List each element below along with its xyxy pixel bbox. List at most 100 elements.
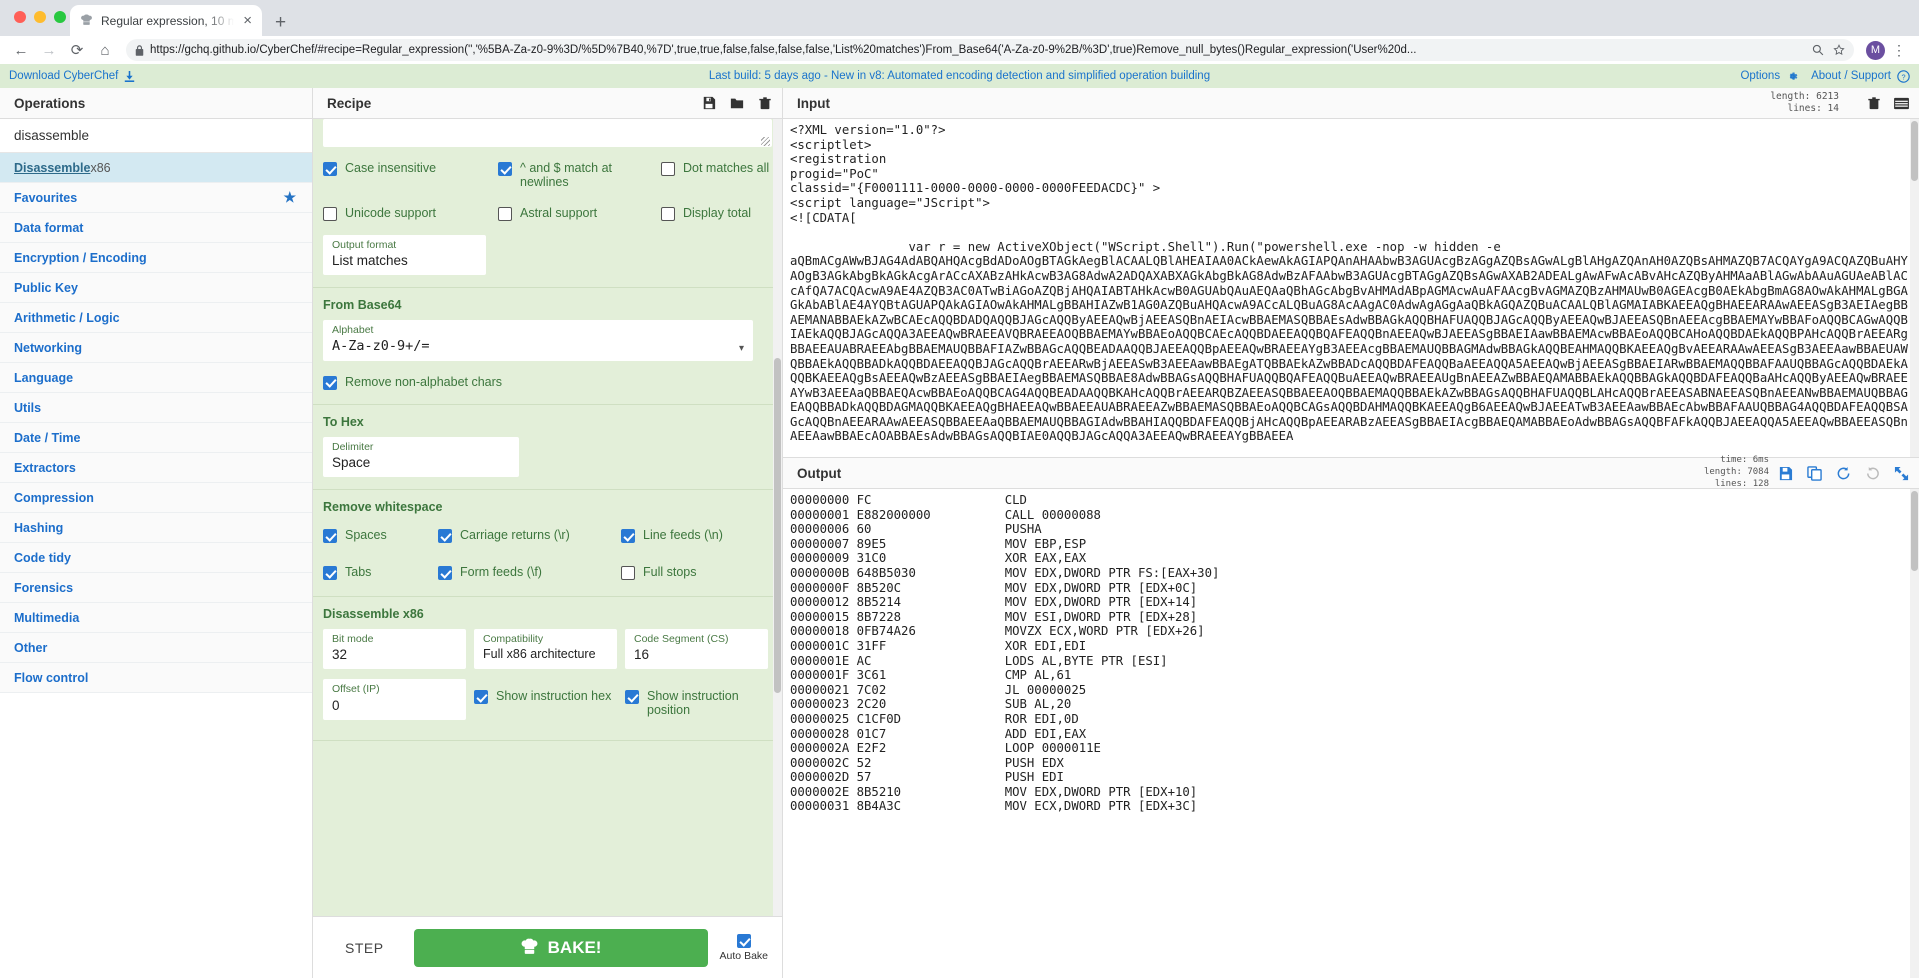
checkbox-show-instruction-hex[interactable]: Show instruction hex <box>474 689 617 705</box>
minimize-window-button[interactable] <box>34 11 46 23</box>
offset-ip-field[interactable]: Offset (IP) 0 <box>323 679 466 720</box>
sidebar-item-extractors[interactable]: Extractors <box>0 453 312 483</box>
sidebar-item-networking[interactable]: Networking <box>0 333 312 363</box>
star-outline-icon[interactable] <box>1830 44 1845 56</box>
bake-button-label: BAKE! <box>547 937 602 957</box>
checkbox-show-instruction-position[interactable]: Show instruction position <box>625 689 768 717</box>
sidebar-item-favourites[interactable]: Favourites ★ <box>0 183 312 213</box>
checkbox-dot-matches-all[interactable]: Dot matches all <box>661 161 769 189</box>
sidebar-item-language[interactable]: Language <box>0 363 312 393</box>
sidebar-item-public-key[interactable]: Public Key <box>0 273 312 303</box>
checkbox-carriage-returns[interactable]: Carriage returns (\r) <box>438 528 621 544</box>
download-icon[interactable] <box>124 70 135 82</box>
avatar[interactable]: M <box>1866 40 1885 60</box>
reload-icon[interactable]: ⟳ <box>64 37 90 63</box>
save-icon[interactable] <box>702 96 716 110</box>
sidebar-item-multimedia[interactable]: Multimedia <box>0 603 312 633</box>
checkbox-remove-non-alphabet-chars[interactable]: Remove non-alphabet chars <box>323 375 502 390</box>
address-bar[interactable]: https://gchq.github.io/CyberChef/#recipe… <box>126 39 1854 61</box>
about-support-link[interactable]: About / Support <box>1811 70 1891 82</box>
checkbox-case-insensitive[interactable]: Case insensitive <box>323 161 498 189</box>
checkbox-caret-dollar-newlines[interactable]: ^ and $ match at newlines <box>498 161 661 189</box>
recipe-header: Recipe <box>313 88 782 119</box>
refresh-icon[interactable] <box>1836 466 1851 481</box>
step-button[interactable]: STEP <box>327 940 402 956</box>
input-scrollbar[interactable] <box>1910 119 1919 457</box>
output-content[interactable]: 00000000 FC CLD 00000001 E882000000 CALL… <box>783 489 1919 978</box>
output-scrollbar-thumb[interactable] <box>1911 491 1918 571</box>
sidebar-item-flow-control[interactable]: Flow control <box>0 663 312 693</box>
browser-toolbar: ← → ⟳ ⌂ https://gchq.github.io/CyberChef… <box>0 36 1919 64</box>
download-cyberchef-link[interactable]: Download CyberChef <box>9 70 118 82</box>
checkbox-form-feeds[interactable]: Form feeds (\f) <box>438 565 621 581</box>
back-icon[interactable]: ← <box>8 37 34 63</box>
base64-alphabet-field[interactable]: Alphabet A-Za-z0-9+/= ▾ <box>323 320 753 361</box>
checkbox-full-stops[interactable]: Full stops <box>621 565 697 581</box>
kebab-menu-icon[interactable]: ⋮ <box>1887 43 1911 57</box>
sidebar-item-encryption-encoding[interactable]: Encryption / Encoding <box>0 243 312 273</box>
sidebar-item-disassemble-x86[interactable]: Disassemble x86 <box>0 153 312 183</box>
checkbox-line-feeds[interactable]: Line feeds (\n) <box>621 528 723 544</box>
options-link[interactable]: Options <box>1740 70 1780 82</box>
checkbox-box <box>498 162 512 176</box>
new-tab-button[interactable]: + <box>275 13 286 32</box>
checkbox-label: Case insensitive <box>345 161 437 175</box>
checkbox-tabs[interactable]: Tabs <box>323 565 438 581</box>
trash-icon[interactable] <box>758 96 772 110</box>
question-circle-icon[interactable]: ? <box>1897 69 1910 83</box>
maximise-icon[interactable] <box>1894 466 1909 481</box>
field-value: 0 <box>332 697 340 713</box>
code-segment-field[interactable]: Code Segment (CS) 16 <box>625 629 768 670</box>
field-value: List matches <box>332 253 408 269</box>
sidebar-item-compression[interactable]: Compression <box>0 483 312 513</box>
chevron-down-icon[interactable]: ▾ <box>739 343 744 354</box>
checkbox-spaces[interactable]: Spaces <box>323 528 438 544</box>
sidebar-item-other[interactable]: Other <box>0 633 312 663</box>
input-scrollbar-thumb[interactable] <box>1911 121 1918 181</box>
auto-bake-toggle[interactable]: Auto Bake <box>720 933 768 962</box>
sidebar-item-data-format[interactable]: Data format <box>0 213 312 243</box>
trash-icon[interactable] <box>1867 96 1881 110</box>
checkbox-box <box>323 375 337 390</box>
checkbox-display-total[interactable]: Display total <box>661 206 751 221</box>
to-hex-delimiter-field[interactable]: Delimiter Space <box>323 436 519 478</box>
undo-icon[interactable] <box>1865 466 1880 481</box>
browser-tab[interactable]: Regular expression, 10 more - × <box>70 5 262 36</box>
folder-icon[interactable] <box>730 96 744 110</box>
forward-icon[interactable]: → <box>36 37 62 63</box>
output-format-select[interactable]: Output format List matches <box>323 235 486 276</box>
save-icon[interactable] <box>1778 466 1793 481</box>
checkbox-astral-support[interactable]: Astral support <box>498 206 661 221</box>
input-textarea[interactable]: <?XML version="1.0"?> <scriptlet> <regis… <box>783 119 1919 457</box>
bit-mode-field[interactable]: Bit mode 32 <box>323 629 466 670</box>
recipe-scrollbar[interactable] <box>773 119 782 916</box>
sidebar-item-code-tidy[interactable]: Code tidy <box>0 543 312 573</box>
sidebar-item-date-time[interactable]: Date / Time <box>0 423 312 453</box>
maximize-window-button[interactable] <box>54 11 66 23</box>
checkbox-box <box>323 566 337 581</box>
bake-button[interactable]: BAKE! <box>413 928 708 967</box>
regex-textarea[interactable] <box>323 119 772 147</box>
output-scrollbar[interactable] <box>1910 489 1919 978</box>
close-icon[interactable]: × <box>241 13 254 28</box>
recipe-scrollbar-thumb[interactable] <box>774 358 781 693</box>
sidebar-item-label: Code tidy <box>14 550 71 565</box>
home-icon[interactable]: ⌂ <box>92 37 118 63</box>
search-input[interactable] <box>0 119 312 152</box>
resize-grip[interactable] <box>761 137 770 146</box>
sidebar-item-arithmetic-logic[interactable]: Arithmetic / Logic <box>0 303 312 333</box>
close-window-button[interactable] <box>14 11 26 23</box>
sidebar-item-utils[interactable]: Utils <box>0 393 312 423</box>
compatibility-field[interactable]: Compatibility Full x86 architecture <box>474 629 617 670</box>
input-lines-value: 14 <box>1827 103 1839 114</box>
checkbox-unicode-support[interactable]: Unicode support <box>323 206 498 221</box>
browser-titlebar: Regular expression, 10 more - × + <box>0 0 1919 36</box>
copy-icon[interactable] <box>1807 465 1822 481</box>
search-icon[interactable] <box>1809 44 1824 56</box>
field-value: Full x86 architecture <box>483 647 596 662</box>
tabs-icon[interactable] <box>1894 97 1909 110</box>
sidebar-item-forensics[interactable]: Forensics <box>0 573 312 603</box>
checkbox-label: Unicode support <box>345 206 437 220</box>
sidebar-item-hashing[interactable]: Hashing <box>0 513 312 543</box>
gear-icon[interactable] <box>1786 70 1799 83</box>
